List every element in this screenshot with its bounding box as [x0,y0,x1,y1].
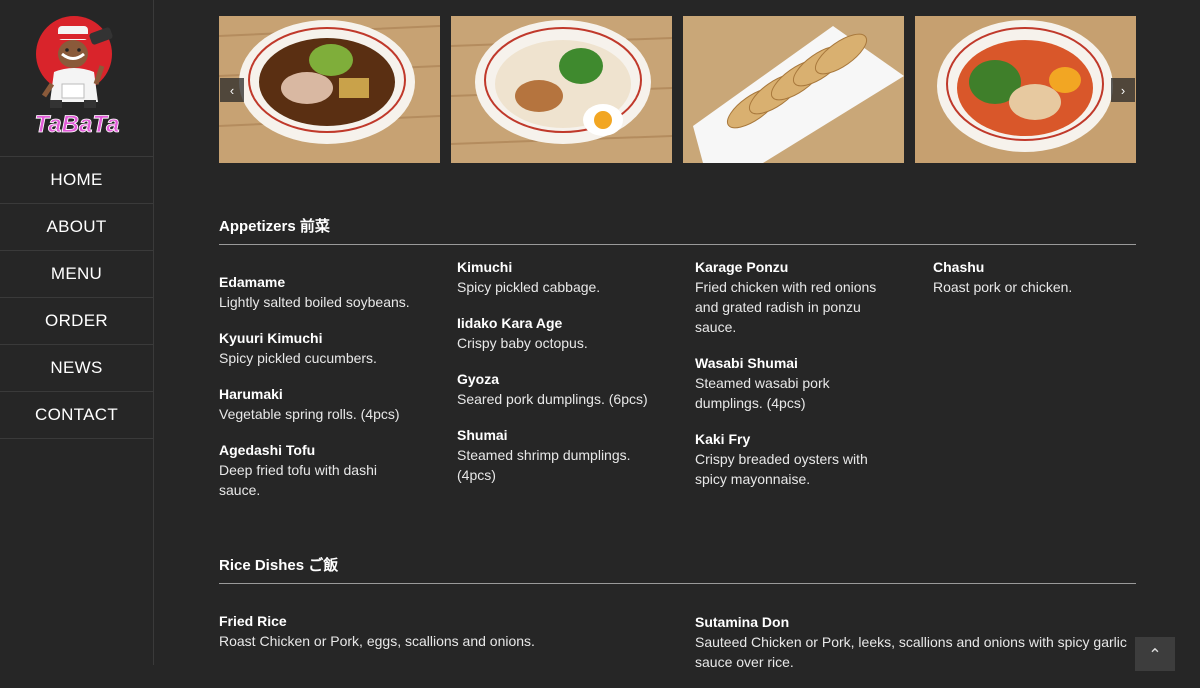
menu-item-description: Vegetable spring rolls. (4pcs) [219,406,400,422]
menu-item-description: Crispy baby octopus. [457,335,588,351]
appetizers-heading: Appetizers 前菜 [219,215,1136,245]
menu-item: Edamame Lightly salted boiled soybeans. [219,272,419,312]
menu-item: Harumaki Vegetable spring rolls. (4pcs) [219,384,419,424]
rice-column-left: Fried Rice Roast Chicken or Pork, eggs, … [219,611,679,667]
menu-item: Fried Rice Roast Chicken or Pork, eggs, … [219,611,679,651]
menu-item-name: Kyuuri Kimuchi [219,330,323,346]
appetizers-section: Appetizers 前菜 Edamame Lightly salted boi… [219,215,1136,498]
menu-item-description: Crispy breaded oysters with spicy mayonn… [695,451,868,487]
main-nav: HOME ABOUT MENU ORDER NEWS CONTACT [0,156,153,439]
rice-dishes-section: Rice Dishes ご飯 Fried Rice Roast Chicken … [219,554,1136,670]
nav-item-order[interactable]: ORDER [0,298,153,345]
nav-item-contact[interactable]: CONTACT [0,392,153,439]
menu-item-description: Sauteed Chicken or Pork, leeks, scallion… [695,634,1127,670]
menu-item-description: Seared pork dumplings. (6pcs) [457,391,648,407]
nav-item-menu[interactable]: MENU [0,251,153,298]
menu-item-description: Deep fried tofu with dashi sauce. [219,462,377,498]
menu-item-name: Edamame [219,274,286,290]
menu-item-name: Wasabi Shumai [695,355,798,371]
tabata-logo[interactable]: TaBaTa [32,14,122,139]
appetizers-column-1: Edamame Lightly salted boiled soybeans. … [219,272,419,516]
menu-item-name: Chashu [933,259,985,275]
menu-item-description: Spicy pickled cabbage. [457,279,601,295]
menu-item-description: Steamed wasabi pork dumplings. (4pcs) [695,375,830,411]
gallery-photo-shoyu-ramen[interactable] [219,16,440,163]
menu-item-description: Spicy pickled cucumbers. [219,350,377,366]
carousel-next-button[interactable]: › [1111,78,1135,102]
main-content: ‹ › Appetizers 前菜 Edamame Lightly salted… [154,0,1200,671]
menu-item: Kimuchi Spicy pickled cabbage. [457,257,657,297]
menu-item: Shumai Steamed shrimp dumplings. (4pcs) [457,425,657,485]
menu-item-name: Shumai [457,427,508,443]
menu-item-description: Fried chicken with red onions and grated… [695,279,877,335]
menu-item: Kaki Fry Crispy breaded oysters with spi… [695,429,895,489]
chevron-left-icon: ‹ [229,82,235,98]
carousel-prev-button[interactable]: ‹ [220,78,244,102]
menu-item-name: Kaki Fry [695,431,751,447]
appetizers-column-4: Chashu Roast pork or chicken. [933,257,1133,313]
menu-item-name: Iidako Kara Age [457,315,563,331]
menu-item-name: Kimuchi [457,259,513,275]
appetizers-column-2: Kimuchi Spicy pickled cabbage. Iidako Ka… [457,257,657,501]
menu-item-name: Fried Rice [219,613,287,629]
menu-item-name: Gyoza [457,371,500,387]
menu-item: Agedashi Tofu Deep fried tofu with dashi… [219,440,419,500]
gallery-photo-gyoza[interactable] [683,16,904,163]
gallery-photo-spicy-ramen[interactable] [915,16,1136,163]
menu-item: Sutamina Don Sauteed Chicken or Pork, le… [695,612,1131,672]
gallery-photo-chicken-ramen[interactable] [451,16,672,163]
photo-carousel: ‹ › [219,16,1136,163]
menu-item: Gyoza Seared pork dumplings. (6pcs) [457,369,657,409]
menu-item-description: Steamed shrimp dumplings. (4pcs) [457,447,631,483]
menu-item-name: Agedashi Tofu [219,442,316,458]
nav-item-home[interactable]: HOME [0,157,153,204]
nav-item-news[interactable]: NEWS [0,345,153,392]
menu-item-name: Sutamina Don [695,614,790,630]
nav-item-about[interactable]: ABOUT [0,204,153,251]
menu-item: Kyuuri Kimuchi Spicy pickled cucumbers. [219,328,419,368]
menu-item: Iidako Kara Age Crispy baby octopus. [457,313,657,353]
menu-item: Karage Ponzu Fried chicken with red onio… [695,257,895,337]
back-to-top-button[interactable]: ⌃ [1135,637,1175,671]
logo-wordmark: TaBaTa [35,111,120,138]
menu-item-description: Lightly salted boiled soybeans. [219,294,410,310]
chevron-right-icon: › [1120,82,1126,98]
rice-column-right: Sutamina Don Sauteed Chicken or Pork, le… [695,612,1131,688]
sidebar: TaBaTa HOME ABOUT MENU ORDER NEWS CONTAC… [0,0,154,665]
chevron-up-icon: ⌃ [1148,647,1162,664]
menu-item-description: Roast pork or chicken. [933,279,1073,295]
menu-item: Wasabi Shumai Steamed wasabi pork dumpli… [695,353,895,413]
menu-item-name: Karage Ponzu [695,259,789,275]
menu-item-description: Roast Chicken or Pork, eggs, scallions a… [219,633,535,649]
appetizers-column-3: Karage Ponzu Fried chicken with red onio… [695,257,895,505]
menu-item: Chashu Roast pork or chicken. [933,257,1133,297]
rice-dishes-heading: Rice Dishes ご飯 [219,554,1136,584]
menu-item-name: Harumaki [219,386,283,402]
